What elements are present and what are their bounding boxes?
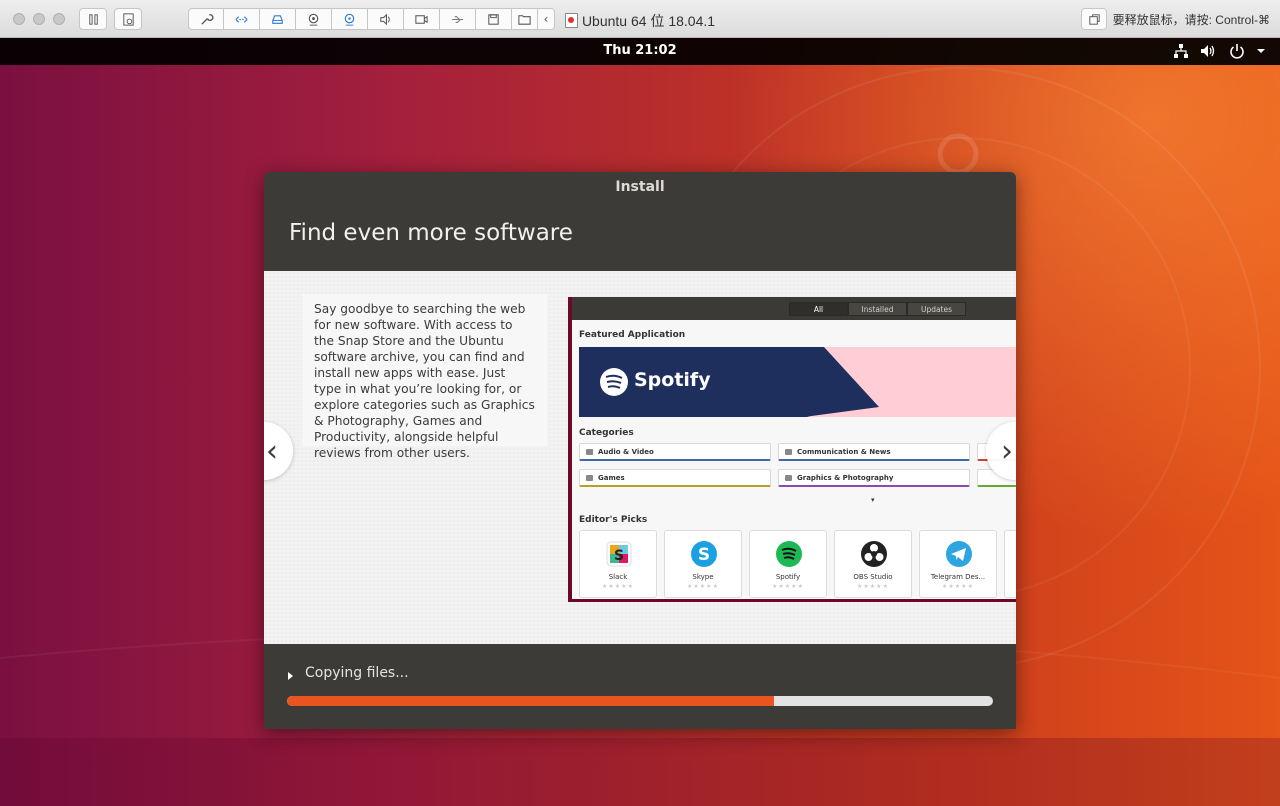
pick-card-slack: S Slack ★★★★★ — [579, 530, 657, 598]
pick-name: OBS Studio — [853, 573, 893, 581]
pick-name: Spotify — [775, 573, 801, 581]
slack-icon: S — [606, 541, 632, 567]
vm-document-icon — [564, 13, 578, 28]
pick-stars: ★★★★★ — [602, 583, 634, 590]
vm-host-toolbar: ‹ Ubuntu 64 位 18.04.1 要释放鼠标，请按: Control-… — [0, 0, 1280, 38]
shared-folder-button[interactable] — [512, 8, 538, 30]
progress-status: Copying files... — [305, 665, 409, 681]
slide-description: Say goodbye to searching the web for new… — [302, 294, 547, 460]
music-note-icon — [586, 449, 593, 455]
volume-icon[interactable] — [1199, 42, 1217, 60]
hard-disk-icon — [272, 14, 283, 24]
sound-button[interactable] — [368, 8, 404, 30]
featured-app-name: Spotify — [634, 369, 711, 391]
camera-button[interactable] — [296, 8, 332, 30]
release-mouse-hint: 要释放鼠标，请按: Control-⌘ — [1112, 13, 1270, 27]
camera-icon — [308, 13, 319, 26]
expand-categories-icon: ▾ — [871, 496, 875, 504]
pick-card-skype: S Skype ★★★★★ — [664, 530, 742, 598]
power-icon[interactable] — [1228, 42, 1246, 60]
pause-vm-button[interactable] — [79, 8, 107, 30]
pick-stars: ★★★★★ — [857, 583, 889, 590]
gnome-top-panel: Thu 21:02 — [0, 38, 1280, 65]
window-close-button[interactable] — [13, 13, 25, 25]
network-icon[interactable] — [1172, 42, 1190, 60]
pick-card-obs-studio: OBS Studio ★★★★★ — [834, 530, 912, 598]
svg-text:S: S — [698, 545, 710, 565]
optical-drive-button[interactable] — [332, 8, 368, 30]
category-games: Games — [579, 469, 771, 487]
installer-title: Install — [615, 179, 665, 195]
chevron-right-icon: › — [1001, 433, 1013, 469]
pick-name: Skype — [692, 573, 714, 581]
fullscreen-button[interactable] — [1081, 8, 1107, 30]
tab-updates: Updates — [907, 302, 966, 316]
previous-slide-button[interactable]: ‹ — [264, 422, 293, 480]
pick-card-telegram: Telegram Des... ★★★★★ — [919, 530, 997, 598]
pick-card-partial — [1004, 530, 1016, 598]
progress-bar-fill — [287, 696, 775, 706]
tab-all: All — [789, 302, 848, 316]
ubuntu-desktop: Thu 21:02 Install Find even more softwar… — [0, 38, 1280, 806]
telegram-icon — [946, 541, 972, 567]
gamepad-icon — [586, 475, 593, 481]
categories-heading: Categories — [579, 428, 634, 438]
snapshot-icon — [122, 12, 134, 26]
category-graphics-photography: Graphics & Photography — [778, 469, 970, 487]
obs-studio-icon — [861, 541, 887, 567]
video-icon — [415, 14, 428, 24]
snapshot-button[interactable] — [114, 8, 142, 30]
collapse-toolbar-button[interactable]: ‹ — [538, 8, 555, 30]
collapse-chevron-icon: ‹ — [543, 12, 549, 26]
featured-banner: Spotify — [579, 347, 1016, 417]
chevron-down-icon[interactable] — [1252, 42, 1270, 60]
hard-disk-button[interactable] — [260, 8, 296, 30]
svg-text:S: S — [614, 548, 624, 564]
floppy-button[interactable] — [476, 8, 512, 30]
shared-folder-icon — [518, 14, 531, 25]
category-communication-news: Communication & News — [778, 443, 970, 461]
brush-icon — [785, 475, 792, 481]
software-header-bar: All Installed Updates — [572, 297, 1016, 320]
slide-heading: Find even more software — [289, 220, 573, 246]
optical-drive-icon — [344, 13, 355, 26]
floppy-icon — [488, 13, 499, 25]
settings-button[interactable] — [188, 8, 224, 30]
progress-bar — [287, 696, 993, 706]
chevron-left-icon: ‹ — [266, 433, 278, 469]
featured-heading: Featured Application — [579, 330, 686, 340]
usb-button[interactable] — [440, 8, 476, 30]
pick-stars: ★★★★★ — [942, 583, 974, 590]
pick-stars: ★★★★★ — [772, 583, 804, 590]
usb-icon — [451, 15, 464, 23]
network-adapter-button[interactable] — [224, 8, 260, 30]
ubiquity-installer-window: Install Find even more software Say good… — [264, 172, 1016, 729]
pick-name: Slack — [608, 573, 628, 581]
expand-details-icon[interactable] — [288, 672, 293, 680]
pick-stars: ★★★★★ — [687, 583, 719, 590]
editors-picks-heading: Editor's Picks — [579, 515, 648, 525]
window-minimize-button[interactable] — [33, 13, 45, 25]
pick-name: Telegram Des... — [930, 573, 986, 581]
spotify-icon — [776, 541, 802, 567]
pause-icon — [88, 13, 98, 25]
install-progress-section: Copying files... — [264, 644, 1016, 729]
chat-bubble-icon — [785, 449, 792, 455]
window-zoom-button[interactable] — [53, 13, 65, 25]
software-center-screenshot: All Installed Updates Featured Applicati… — [568, 297, 1016, 602]
fullscreen-icon — [1088, 13, 1100, 25]
skype-icon: S — [691, 541, 717, 567]
slideshow-area: Say goodbye to searching the web for new… — [264, 271, 1016, 644]
pick-card-spotify: Spotify ★★★★★ — [749, 530, 827, 598]
video-button[interactable] — [404, 8, 440, 30]
category-audio-video: Audio & Video — [579, 443, 771, 461]
sound-icon — [380, 13, 390, 25]
network-adapter-icon — [235, 15, 248, 23]
settings-wrench-icon — [200, 13, 214, 25]
panel-clock[interactable]: Thu 21:02 — [0, 43, 1280, 58]
tab-installed: Installed — [848, 302, 907, 316]
